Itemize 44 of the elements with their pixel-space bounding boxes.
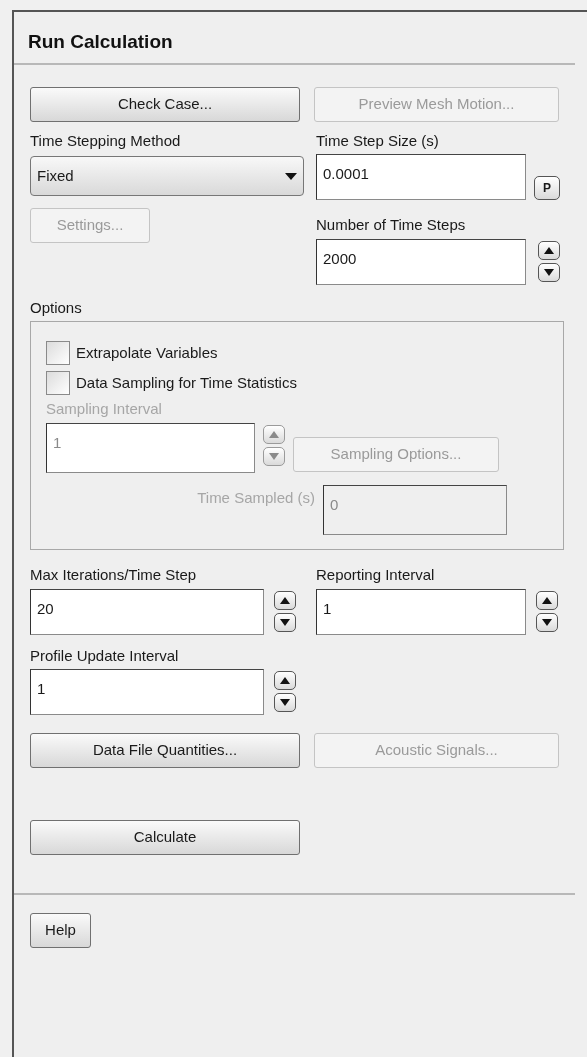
spin-up-button[interactable] [274, 590, 296, 610]
up-triangle-icon [280, 677, 290, 684]
profile-update-field[interactable]: 1 [30, 669, 264, 715]
calculate-button[interactable]: Calculate [30, 820, 300, 855]
check-case-button[interactable]: Check Case... [30, 86, 300, 122]
up-triangle-icon [280, 596, 290, 604]
caret-icon [285, 172, 297, 180]
field-label: Number of Time Steps [316, 215, 467, 235]
group-label: Options [30, 297, 83, 318]
max-iterations-field[interactable]: 20 [30, 588, 264, 635]
up-triangle-icon [544, 246, 554, 254]
up-triangle-icon [269, 430, 279, 438]
checkbox-label: Data Sampling for Time Statistics [76, 372, 297, 393]
down-triangle-icon [544, 268, 554, 276]
reporting-interval-field[interactable]: 1 [316, 588, 526, 635]
help-button[interactable]: Help [30, 913, 91, 948]
spin-up-button[interactable] [536, 590, 558, 610]
down-triangle-icon [280, 618, 290, 626]
field-label: Time Sampled (s) [197, 487, 315, 508]
field-label: Profile Update Interval [30, 645, 180, 666]
panel-title: Run Calculation [28, 30, 174, 54]
field-label: Reporting Interval [316, 565, 436, 585]
spin-up-button[interactable] [538, 240, 560, 260]
field-label: Time Step Size (s) [316, 130, 440, 151]
parameter-button[interactable]: P [534, 176, 560, 200]
checkbox[interactable] [46, 371, 70, 395]
field-label: Max Iterations/Time Step [30, 565, 198, 585]
down-triangle-icon [280, 699, 290, 706]
down-triangle-icon [542, 618, 552, 626]
data-file-quantities-button[interactable]: Data File Quantities... [30, 733, 300, 768]
spin-down-button[interactable] [538, 262, 560, 282]
down-triangle-icon [269, 452, 279, 460]
time-steps-field[interactable]: 2000 [316, 238, 526, 285]
spin-down-button[interactable] [274, 693, 296, 712]
spin-up-button[interactable] [274, 671, 296, 690]
method-dropdown[interactable]: Fixed [30, 156, 304, 196]
checkbox[interactable] [46, 341, 70, 365]
up-triangle-icon [542, 596, 552, 604]
checkbox-label: Extrapolate Variables [76, 342, 218, 363]
time-step-size-field[interactable]: 0.0001 [316, 154, 526, 200]
field-label: Time Stepping Method [30, 130, 182, 151]
field-label: Sampling Interval [46, 399, 163, 419]
spin-down-button[interactable] [536, 612, 558, 632]
spin-down-button[interactable] [274, 612, 296, 632]
